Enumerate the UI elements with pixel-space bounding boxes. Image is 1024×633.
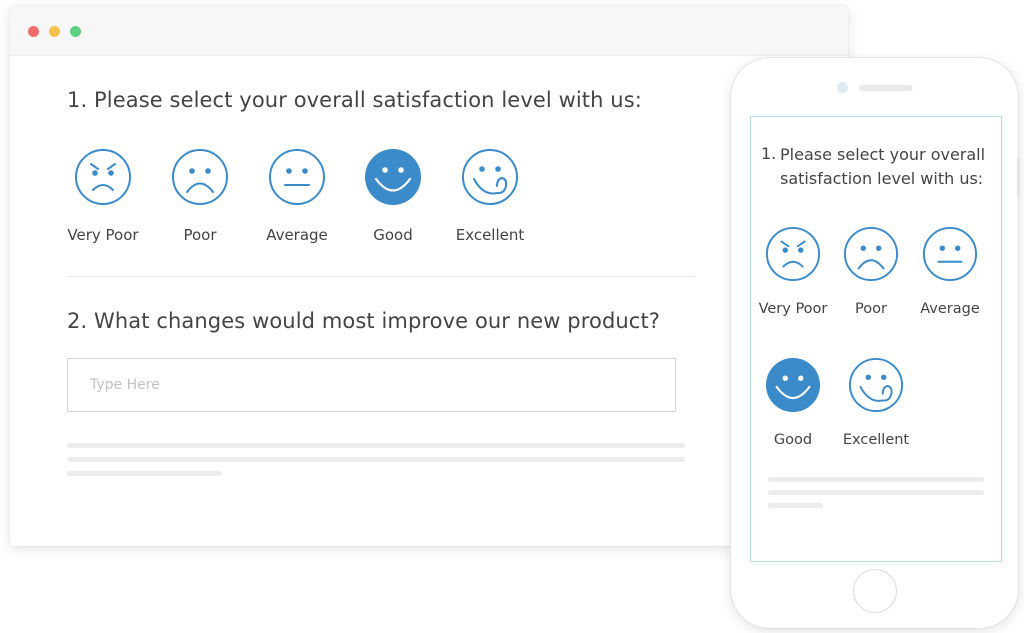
mobile-rating-option-good[interactable]: Good [753, 357, 833, 448]
section-divider [67, 276, 695, 277]
mobile-rating-option-average[interactable]: Average [910, 226, 990, 317]
mobile-rating-option-poor[interactable]: Poor [831, 226, 911, 317]
window-titlebar [10, 6, 848, 56]
rating-label: Excellent [455, 226, 525, 244]
phone-side-button [1017, 158, 1020, 198]
rating-label: Poor [183, 226, 217, 244]
good-face-icon [365, 149, 421, 205]
rating-option-very-poor[interactable]: Very Poor [48, 148, 158, 244]
mobile-rating-label: Average [920, 301, 980, 317]
average-face-icon [922, 226, 978, 282]
phone-home-button[interactable] [853, 569, 897, 613]
placeholder-line [768, 477, 984, 482]
mobile-question-number: 1. [761, 144, 777, 163]
excellent-face-icon [462, 149, 518, 205]
good-face-icon [765, 357, 821, 413]
question-2-title: 2. What changes would most improve our n… [67, 309, 661, 333]
close-window-dot[interactable] [28, 26, 39, 37]
feedback-text-input[interactable] [67, 358, 676, 412]
rating-option-good[interactable]: Good [338, 148, 448, 244]
phone-camera [837, 82, 848, 93]
mobile-rating-label: Good [773, 432, 813, 448]
mobile-rating-label: Excellent [842, 432, 910, 448]
maximize-window-dot[interactable] [70, 26, 81, 37]
placeholder-line [67, 471, 222, 476]
mobile-rating-label: Poor [855, 301, 887, 317]
mobile-rating-option-very-poor[interactable]: Very Poor [753, 226, 833, 317]
rating-label: Average [266, 226, 328, 244]
question-1-title: 1. Please select your overall satisfacti… [67, 88, 642, 112]
rating-option-average[interactable]: Average [242, 148, 352, 244]
desktop-survey-window: 1. Please select your overall satisfacti… [10, 6, 848, 546]
poor-face-icon [172, 149, 228, 205]
mobile-phone-frame: 1. Please select your overall satisfacti… [730, 57, 1020, 629]
very-poor-face-icon [765, 226, 821, 282]
minimize-window-dot[interactable] [49, 26, 60, 37]
mobile-rating-option-excellent[interactable]: Excellent [836, 357, 916, 448]
placeholder-line [768, 503, 823, 508]
mobile-rating-label: Very Poor [758, 301, 828, 317]
rating-option-poor[interactable]: Poor [145, 148, 255, 244]
very-poor-face-icon [75, 149, 131, 205]
rating-option-excellent[interactable]: Excellent [435, 148, 545, 244]
rating-label: Very Poor [67, 226, 139, 244]
average-face-icon [269, 149, 325, 205]
placeholder-line [768, 490, 984, 495]
placeholder-line [67, 443, 685, 448]
placeholder-line [67, 457, 685, 462]
excellent-face-icon [848, 357, 904, 413]
phone-speaker [859, 85, 913, 91]
mobile-survey-screen: 1. Please select your overall satisfacti… [750, 116, 1002, 562]
poor-face-icon [843, 226, 899, 282]
rating-label: Good [373, 226, 413, 244]
mobile-question-1-title: Please select your overall satisfaction … [780, 145, 986, 188]
